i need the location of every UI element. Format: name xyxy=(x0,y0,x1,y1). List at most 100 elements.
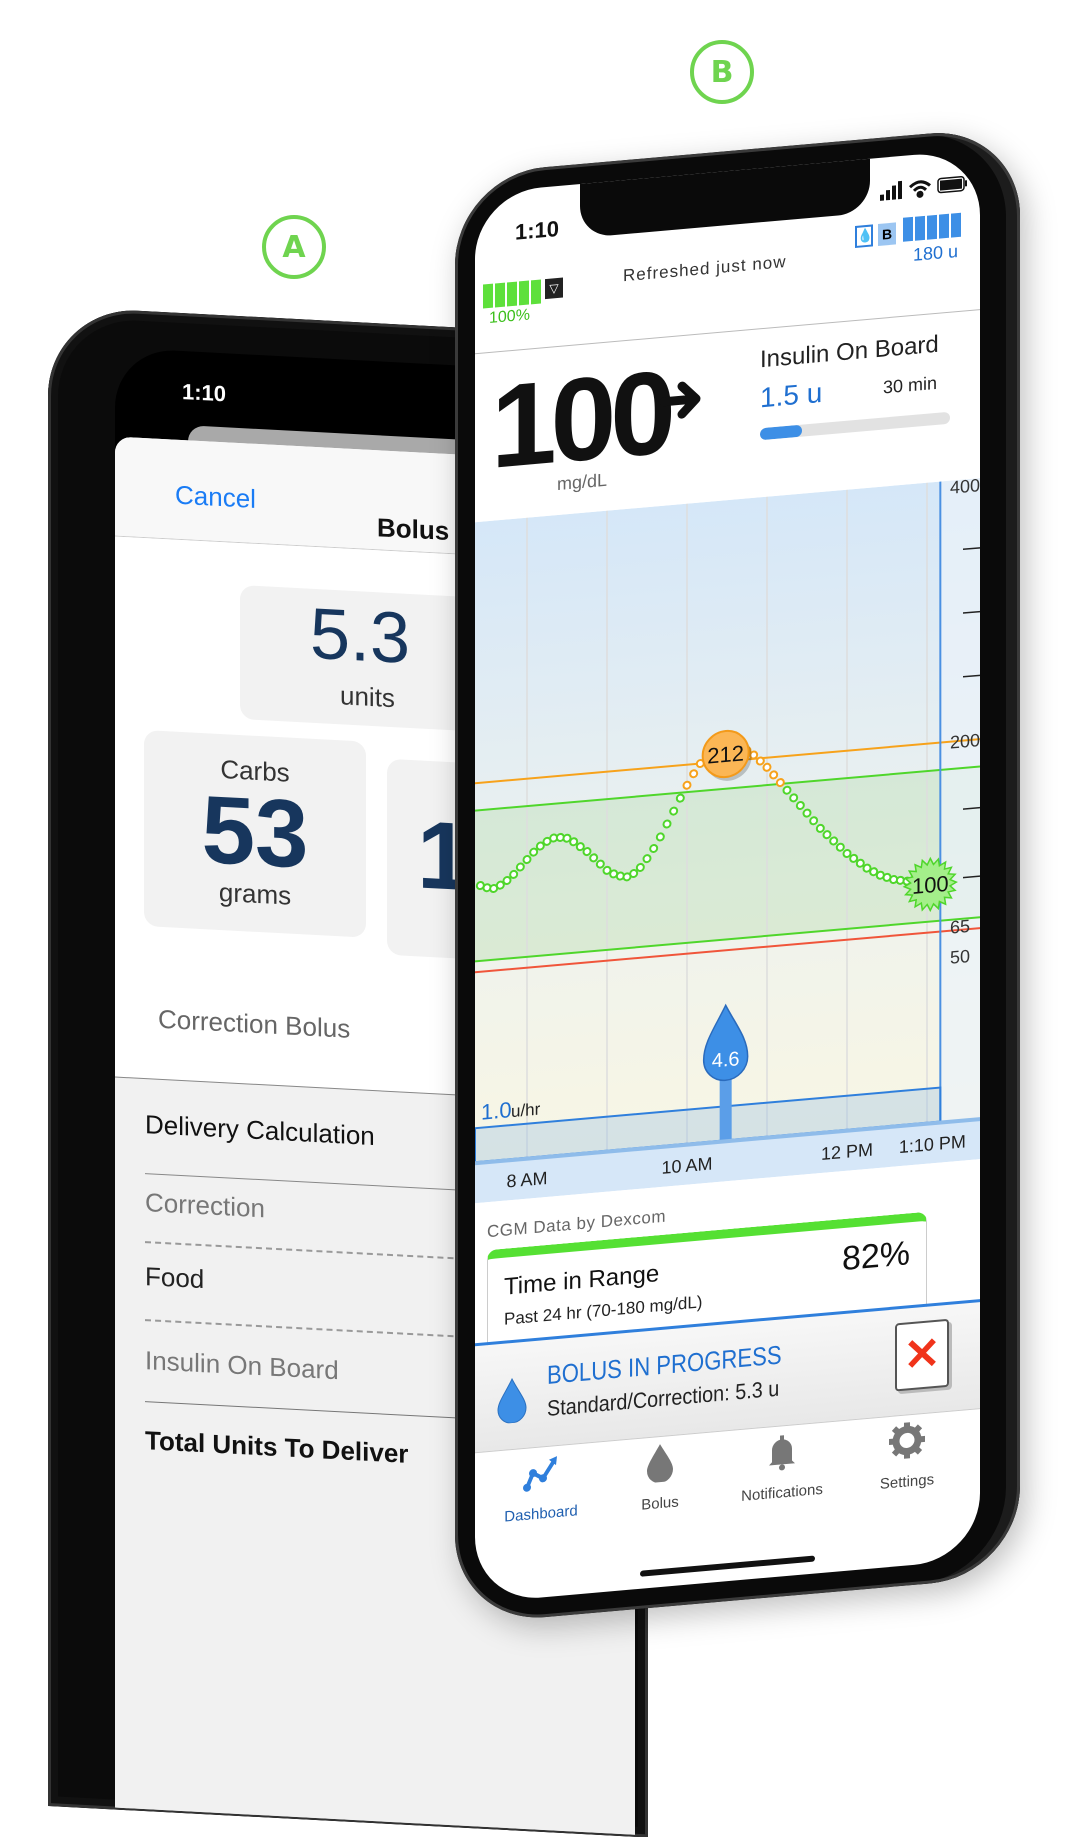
glucose-point xyxy=(775,778,785,788)
glucose-point xyxy=(515,862,525,872)
glucose-point xyxy=(502,875,512,886)
carbs-card[interactable]: Carbs 53 grams xyxy=(144,730,366,938)
tir-title: Time in Range xyxy=(504,1260,660,1301)
glucose-point xyxy=(782,785,792,795)
y-tick-label: 50 xyxy=(950,946,970,968)
glucose-point xyxy=(762,762,772,772)
signal-icon xyxy=(880,180,902,201)
basal-rate-value: 1.0 xyxy=(481,1097,512,1125)
tab-dashboard[interactable]: Dashboard xyxy=(486,1448,596,1528)
total-units-unit: units xyxy=(340,680,395,714)
phone-b: 1:10 ▽ 100% Refreshed just now 💧 B 180 u… xyxy=(455,125,1020,1626)
tir-value: 82% xyxy=(841,1234,910,1279)
glucose-point xyxy=(855,858,865,868)
basal-rate-unit: u/hr xyxy=(511,1100,541,1122)
glucose-point xyxy=(669,806,679,816)
delivery-calculation-heading: Delivery Calculation xyxy=(145,1109,375,1152)
current-glucose-label: 100 xyxy=(912,871,949,899)
tab-notifications[interactable]: Notifications xyxy=(727,1427,837,1507)
glucose-point xyxy=(849,853,859,863)
glucose-point xyxy=(755,756,765,766)
glucose-point xyxy=(595,859,605,869)
transmitter-battery-percent: 100% xyxy=(489,306,530,328)
tab-label: Settings xyxy=(879,1471,935,1493)
glucose-point xyxy=(529,847,539,857)
glucose-point xyxy=(569,837,579,847)
glucose-point xyxy=(795,800,805,811)
glucose-point xyxy=(629,868,639,879)
trend-arrow-right-icon xyxy=(660,381,701,419)
glucose-point xyxy=(682,780,692,790)
cancel-bolus-button[interactable]: ✕ xyxy=(895,1318,949,1392)
label-badge-a: A xyxy=(262,215,326,279)
glucose-point xyxy=(829,836,839,846)
y-tick-label: 200 xyxy=(950,730,980,753)
glucose-unit: mg/dL xyxy=(557,469,608,495)
glucose-point xyxy=(789,793,799,803)
y-tick-label: 65 xyxy=(950,916,970,938)
peak-value-label: 212 xyxy=(707,740,744,768)
total-units-value: 5.3 xyxy=(310,593,411,679)
pump-badge: B xyxy=(878,222,896,246)
glucose-point xyxy=(675,793,685,803)
iob-value: 1.5 u xyxy=(760,376,823,414)
close-icon: ✕ xyxy=(903,1328,941,1381)
reservoir-units: 180 u xyxy=(913,240,959,265)
glucose-point xyxy=(522,855,532,865)
iob-time: 30 min xyxy=(883,372,938,398)
cancel-button[interactable]: Cancel xyxy=(175,480,256,515)
wifi-icon xyxy=(908,180,932,198)
glucose-point xyxy=(642,854,652,864)
row-food: Food xyxy=(145,1261,205,1295)
status-time: 1:10 xyxy=(515,215,560,245)
glucose-point xyxy=(809,816,819,826)
drop-icon: 💧 xyxy=(855,224,873,249)
glucose-point xyxy=(842,848,852,858)
glucose-point xyxy=(649,843,659,853)
glucose-point xyxy=(582,847,592,857)
home-indicator[interactable] xyxy=(640,1555,815,1577)
drop-icon xyxy=(647,1444,673,1484)
tab-settings[interactable]: Settings xyxy=(852,1416,962,1496)
glucose-chart[interactable]: 40020065502121001.0 u/hr4.68 AM10 AM12 PM… xyxy=(475,478,980,1204)
bolus-marker-value: 4.6 xyxy=(712,1048,740,1072)
nav-title: Bolus xyxy=(377,512,450,547)
x-tick-label: 8 AM xyxy=(507,1168,548,1192)
future-area xyxy=(940,478,980,1122)
tab-label: Notifications xyxy=(741,1480,823,1505)
gear-icon xyxy=(889,1422,925,1459)
bolus-drop-icon xyxy=(497,1377,527,1424)
glucose-point xyxy=(509,869,519,879)
bell-icon xyxy=(769,1435,795,1471)
status-time: 1:10 xyxy=(182,379,227,407)
tab-bolus[interactable]: Bolus xyxy=(605,1437,715,1517)
glucose-point xyxy=(835,842,845,852)
glucose-point xyxy=(589,853,599,863)
iob-progress-bar xyxy=(760,411,950,441)
glucose-point xyxy=(635,862,645,872)
dashboard-screen: 1:10 ▽ 100% Refreshed just now 💧 B 180 u… xyxy=(475,149,980,1604)
glucose-point xyxy=(655,832,665,842)
glucose-point xyxy=(689,769,699,779)
correction-bolus-label: Correction Bolus xyxy=(158,1003,351,1044)
antenna-icon: ▽ xyxy=(545,277,563,300)
glucose-point xyxy=(535,841,545,851)
battery-icon xyxy=(937,175,967,194)
glucose-point xyxy=(815,823,825,833)
glucose-point xyxy=(575,842,585,852)
glucose-point xyxy=(662,819,672,829)
glucose-point xyxy=(822,830,832,840)
label-badge-b: B xyxy=(690,40,754,104)
tab-label: Bolus xyxy=(641,1493,679,1514)
glucose-point xyxy=(802,808,812,818)
iob-title: Insulin On Board xyxy=(760,330,939,374)
notch xyxy=(580,154,870,239)
tab-label: Dashboard xyxy=(504,1502,578,1526)
glucose-point xyxy=(769,770,779,780)
row-insulin-on-board: Insulin On Board xyxy=(145,1345,339,1386)
status-icons xyxy=(880,175,967,201)
refreshed-status: Refreshed just now xyxy=(623,251,787,286)
iob-progress-fill xyxy=(760,424,802,441)
dashboard-chart-icon xyxy=(523,1456,557,1492)
glucose-point xyxy=(495,880,505,890)
